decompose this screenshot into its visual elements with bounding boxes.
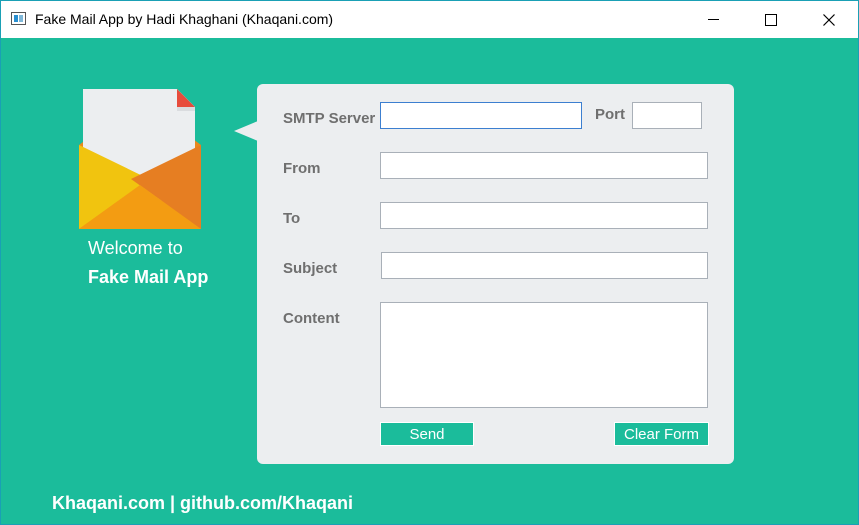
title-bar[interactable]: Fake Mail App by Hadi Khaghani (Khaqani.… bbox=[1, 1, 858, 38]
send-button[interactable]: Send bbox=[380, 422, 474, 446]
from-input[interactable] bbox=[380, 152, 708, 179]
smtp-server-label: SMTP Server bbox=[283, 110, 376, 127]
app-name-text: Fake Mail App bbox=[88, 267, 209, 287]
clear-form-button[interactable]: Clear Form bbox=[614, 422, 709, 446]
maximize-icon bbox=[765, 13, 777, 26]
app-icon bbox=[11, 12, 26, 25]
close-button[interactable] bbox=[800, 1, 858, 38]
window-title: Fake Mail App by Hadi Khaghani (Khaqani.… bbox=[35, 11, 334, 27]
subject-label: Subject bbox=[283, 260, 338, 277]
close-icon bbox=[823, 13, 835, 26]
maximize-button[interactable] bbox=[742, 1, 800, 38]
footer-link-text: Khaqani.com | github.com/Khaqani bbox=[52, 493, 354, 513]
welcome-text: Welcome to bbox=[88, 238, 183, 258]
content-label: Content bbox=[283, 310, 340, 327]
minimize-button[interactable] bbox=[684, 1, 742, 38]
from-label: From bbox=[283, 160, 321, 177]
subject-input[interactable] bbox=[381, 252, 708, 279]
smtp-server-input[interactable] bbox=[380, 102, 582, 129]
app-window: Fake Mail App by Hadi Khaghani (Khaqani.… bbox=[0, 0, 859, 525]
envelope-icon bbox=[79, 89, 201, 229]
port-label: Port bbox=[595, 106, 625, 123]
port-input[interactable] bbox=[632, 102, 702, 129]
minimize-icon bbox=[707, 19, 719, 20]
panel-pointer bbox=[234, 121, 258, 141]
to-input[interactable] bbox=[380, 202, 708, 229]
content-textarea[interactable] bbox=[380, 302, 708, 408]
to-label: To bbox=[283, 210, 301, 227]
